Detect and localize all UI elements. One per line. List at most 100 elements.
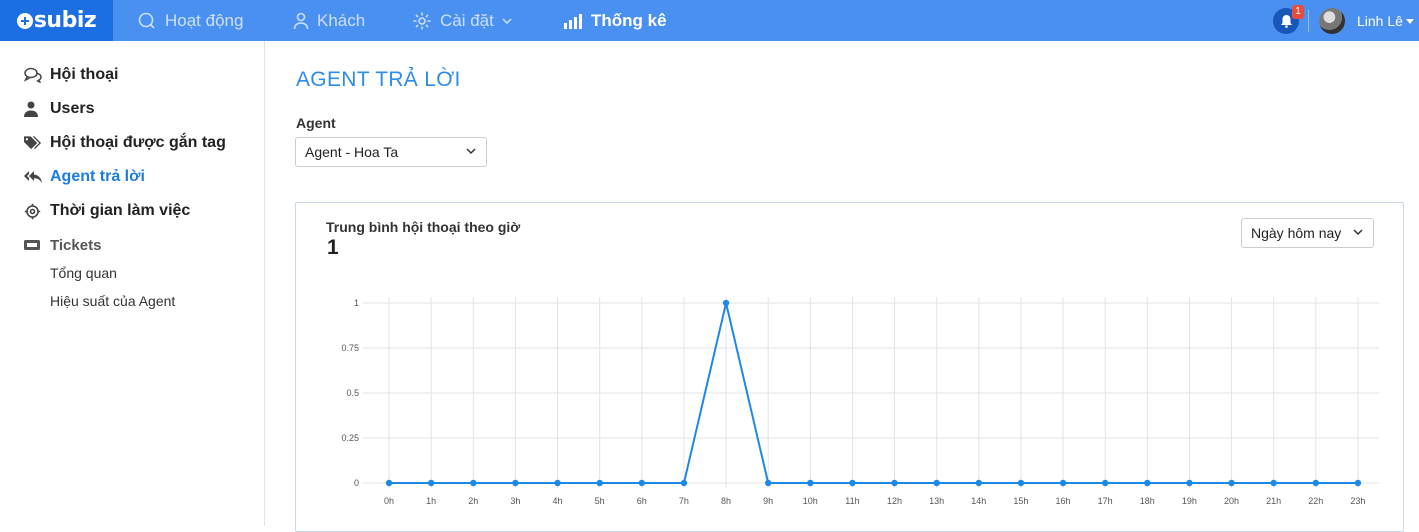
nav-activity[interactable]: Hoạt động — [137, 0, 243, 41]
y-tick-label: 1 — [354, 298, 359, 308]
x-tick-label: 6h — [637, 496, 647, 506]
data-point — [596, 479, 603, 487]
data-point — [1144, 479, 1151, 487]
x-tick-label: 3h — [510, 496, 520, 506]
data-point — [512, 479, 519, 487]
sidebar: Hội thoại Users Hội thoại được gắn tag A… — [0, 41, 265, 526]
x-tick-label: 22h — [1308, 496, 1323, 506]
data-point — [638, 479, 646, 487]
data-point — [385, 479, 393, 487]
x-tick-label: 10h — [803, 496, 818, 506]
ticket-icon — [24, 240, 40, 250]
logo-text: subiz — [33, 8, 97, 33]
sidebar-item-label: Hội thoại — [50, 66, 119, 83]
chevron-down-icon — [502, 17, 512, 24]
x-tick-label: 0h — [384, 496, 394, 506]
x-tick-label: 20h — [1224, 496, 1239, 506]
data-point — [891, 479, 898, 487]
user-menu[interactable]: Linh Lê — [1357, 0, 1403, 41]
activity-chat-icon — [138, 12, 155, 29]
x-tick-label: 16h — [1056, 496, 1071, 506]
data-point — [764, 479, 772, 487]
data-point — [470, 479, 477, 487]
bell-icon — [1280, 15, 1292, 28]
y-tick-label: 0 — [354, 478, 359, 488]
gear-icon — [24, 203, 41, 219]
data-point — [1101, 479, 1109, 487]
x-tick-label: 21h — [1266, 496, 1281, 506]
data-point — [975, 479, 983, 487]
data-point — [1354, 479, 1362, 487]
top-navigation-bar: subiz Hoạt động Khách Cài đặt Thống kê 1… — [0, 0, 1419, 41]
data-point — [849, 479, 856, 487]
sidebar-item-tagged-conversations[interactable]: Hội thoại được gắn tag — [24, 133, 226, 153]
reply-all-icon — [24, 171, 42, 183]
data-point — [427, 479, 435, 487]
sidebar-item-label: Hội thoại được gắn tag — [50, 134, 226, 151]
sidebar-item-label: Tickets — [50, 236, 102, 254]
sidebar-subitem-agent-performance[interactable]: Hiệu suất của Agent — [50, 293, 175, 309]
tags-icon — [24, 136, 42, 150]
notifications-button[interactable]: 1 — [1273, 5, 1304, 34]
agent-label: Agent — [296, 115, 336, 131]
x-tick-label: 4h — [553, 496, 563, 506]
user-icon — [24, 101, 38, 117]
data-point — [722, 299, 730, 307]
x-tick-label: 18h — [1140, 496, 1155, 506]
sidebar-item-label: Agent trả lời — [50, 168, 145, 185]
data-point — [554, 479, 561, 487]
sidebar-item-agent-replies[interactable]: Agent trả lời — [24, 167, 145, 187]
nav-customers-label: Khách — [317, 10, 366, 30]
x-tick-label: 2h — [468, 496, 478, 506]
x-tick-label: 14h — [971, 496, 986, 506]
sidebar-item-label: Thời gian làm việc — [50, 202, 191, 219]
nav-divider — [1308, 10, 1309, 32]
sidebar-item-working-hours[interactable]: Thời gian làm việc — [24, 201, 190, 221]
y-tick-label: 0.25 — [341, 433, 359, 443]
user-caret-icon[interactable] — [1406, 19, 1414, 24]
x-tick-label: 17h — [1098, 496, 1113, 506]
x-tick-label: 11h — [845, 496, 859, 506]
agent-select-value: Agent - Hoa Ta — [305, 144, 399, 160]
sidebar-item-tickets[interactable]: Tickets — [24, 235, 101, 255]
data-point — [1017, 479, 1025, 487]
sidebar-subitem-overview[interactable]: Tổng quan — [50, 265, 117, 281]
line-chart: 00.250.50.7510h 1h 2h 3h 4h 5h 6h 7h 8h 9h 10h 11h 1… — [341, 297, 1379, 506]
x-tick-label: 9h — [763, 496, 773, 506]
x-tick-label: 19h — [1182, 496, 1197, 506]
nav-activity-label: Hoạt động — [165, 10, 244, 30]
page-title: AGENT TRẢ LỜI — [296, 68, 461, 91]
subiz-logo-icon — [16, 12, 33, 29]
user-icon — [293, 12, 309, 29]
x-tick-label: 8h — [721, 496, 731, 506]
nav-settings[interactable]: Cài đặt — [412, 0, 520, 41]
data-point — [933, 479, 940, 487]
x-tick-label: 12h — [887, 496, 902, 506]
sidebar-item-users[interactable]: Users — [24, 99, 94, 119]
x-tick-label: 15h — [1013, 496, 1028, 506]
notification-badge: 1 — [1292, 5, 1304, 19]
data-point — [1270, 479, 1277, 487]
y-tick-label: 0.5 — [346, 388, 359, 398]
y-tick-label: 0.75 — [341, 343, 359, 353]
avatar[interactable] — [1319, 8, 1345, 34]
x-tick-label: 23h — [1350, 496, 1365, 506]
gear-icon — [413, 12, 431, 29]
nav-statistics[interactable]: Thống kê — [563, 0, 667, 41]
data-point — [1186, 479, 1193, 487]
data-point — [1228, 479, 1235, 487]
x-tick-label: 7h — [679, 496, 689, 506]
chart-card: Trung bình hội thoại theo giờ 1 Ngày hôm… — [295, 202, 1404, 532]
nav-settings-label: Cài đặt — [440, 10, 494, 30]
data-point — [1312, 479, 1320, 487]
sidebar-item-conversations[interactable]: Hội thoại — [24, 65, 118, 85]
x-tick-label: 1h — [426, 496, 436, 506]
data-point — [1059, 479, 1067, 487]
nav-customers[interactable]: Khách — [293, 0, 365, 41]
agent-select[interactable]: Agent - Hoa Ta — [295, 137, 487, 167]
chat-bubbles-icon — [24, 67, 42, 83]
x-tick-label: 13h — [929, 496, 944, 506]
nav-statistics-label: Thống kê — [591, 10, 667, 30]
data-point — [680, 479, 688, 487]
logo[interactable]: subiz — [0, 0, 113, 41]
